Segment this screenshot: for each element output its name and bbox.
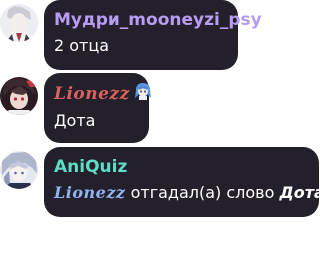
avatar[interactable]	[0, 77, 38, 115]
avatar-image	[0, 77, 38, 115]
message-bubble: AniQuiz Lionezz отгадал(а) слово Дота	[44, 147, 320, 217]
avatar[interactable]	[0, 4, 38, 42]
message-author[interactable]: Мудри_mooneyzi_psy	[54, 9, 262, 31]
quiz-answer: Дота	[279, 183, 320, 202]
message-text: Дота	[54, 111, 96, 130]
message-text-middle: отгадал(а) слово	[130, 183, 275, 202]
message-text: Lionezz отгадал(а) слово Дота	[54, 182, 320, 204]
message-bubble: Мудри_mooneyzi_psy 2 отца	[44, 0, 262, 70]
chat-message: Мудри_mooneyzi_psy 2 отца	[0, 0, 320, 70]
anime-girl-emoji-icon	[134, 82, 152, 106]
chat-message: Lionezz Дота	[0, 73, 320, 143]
chat-message: AniQuiz Lionezz отгадал(а) слово Дота	[0, 147, 320, 217]
mention-link[interactable]: Lionezz	[54, 183, 125, 202]
message-bubble: Lionezz Дота	[44, 73, 151, 143]
avatar[interactable]	[0, 151, 38, 189]
message-author[interactable]: Lionezz	[54, 84, 130, 104]
avatar-image	[0, 151, 38, 189]
message-author-row: Lionezz	[54, 82, 151, 106]
message-text: 2 отца	[54, 36, 110, 55]
avatar-image	[0, 4, 38, 42]
message-author[interactable]: AniQuiz	[54, 156, 309, 178]
